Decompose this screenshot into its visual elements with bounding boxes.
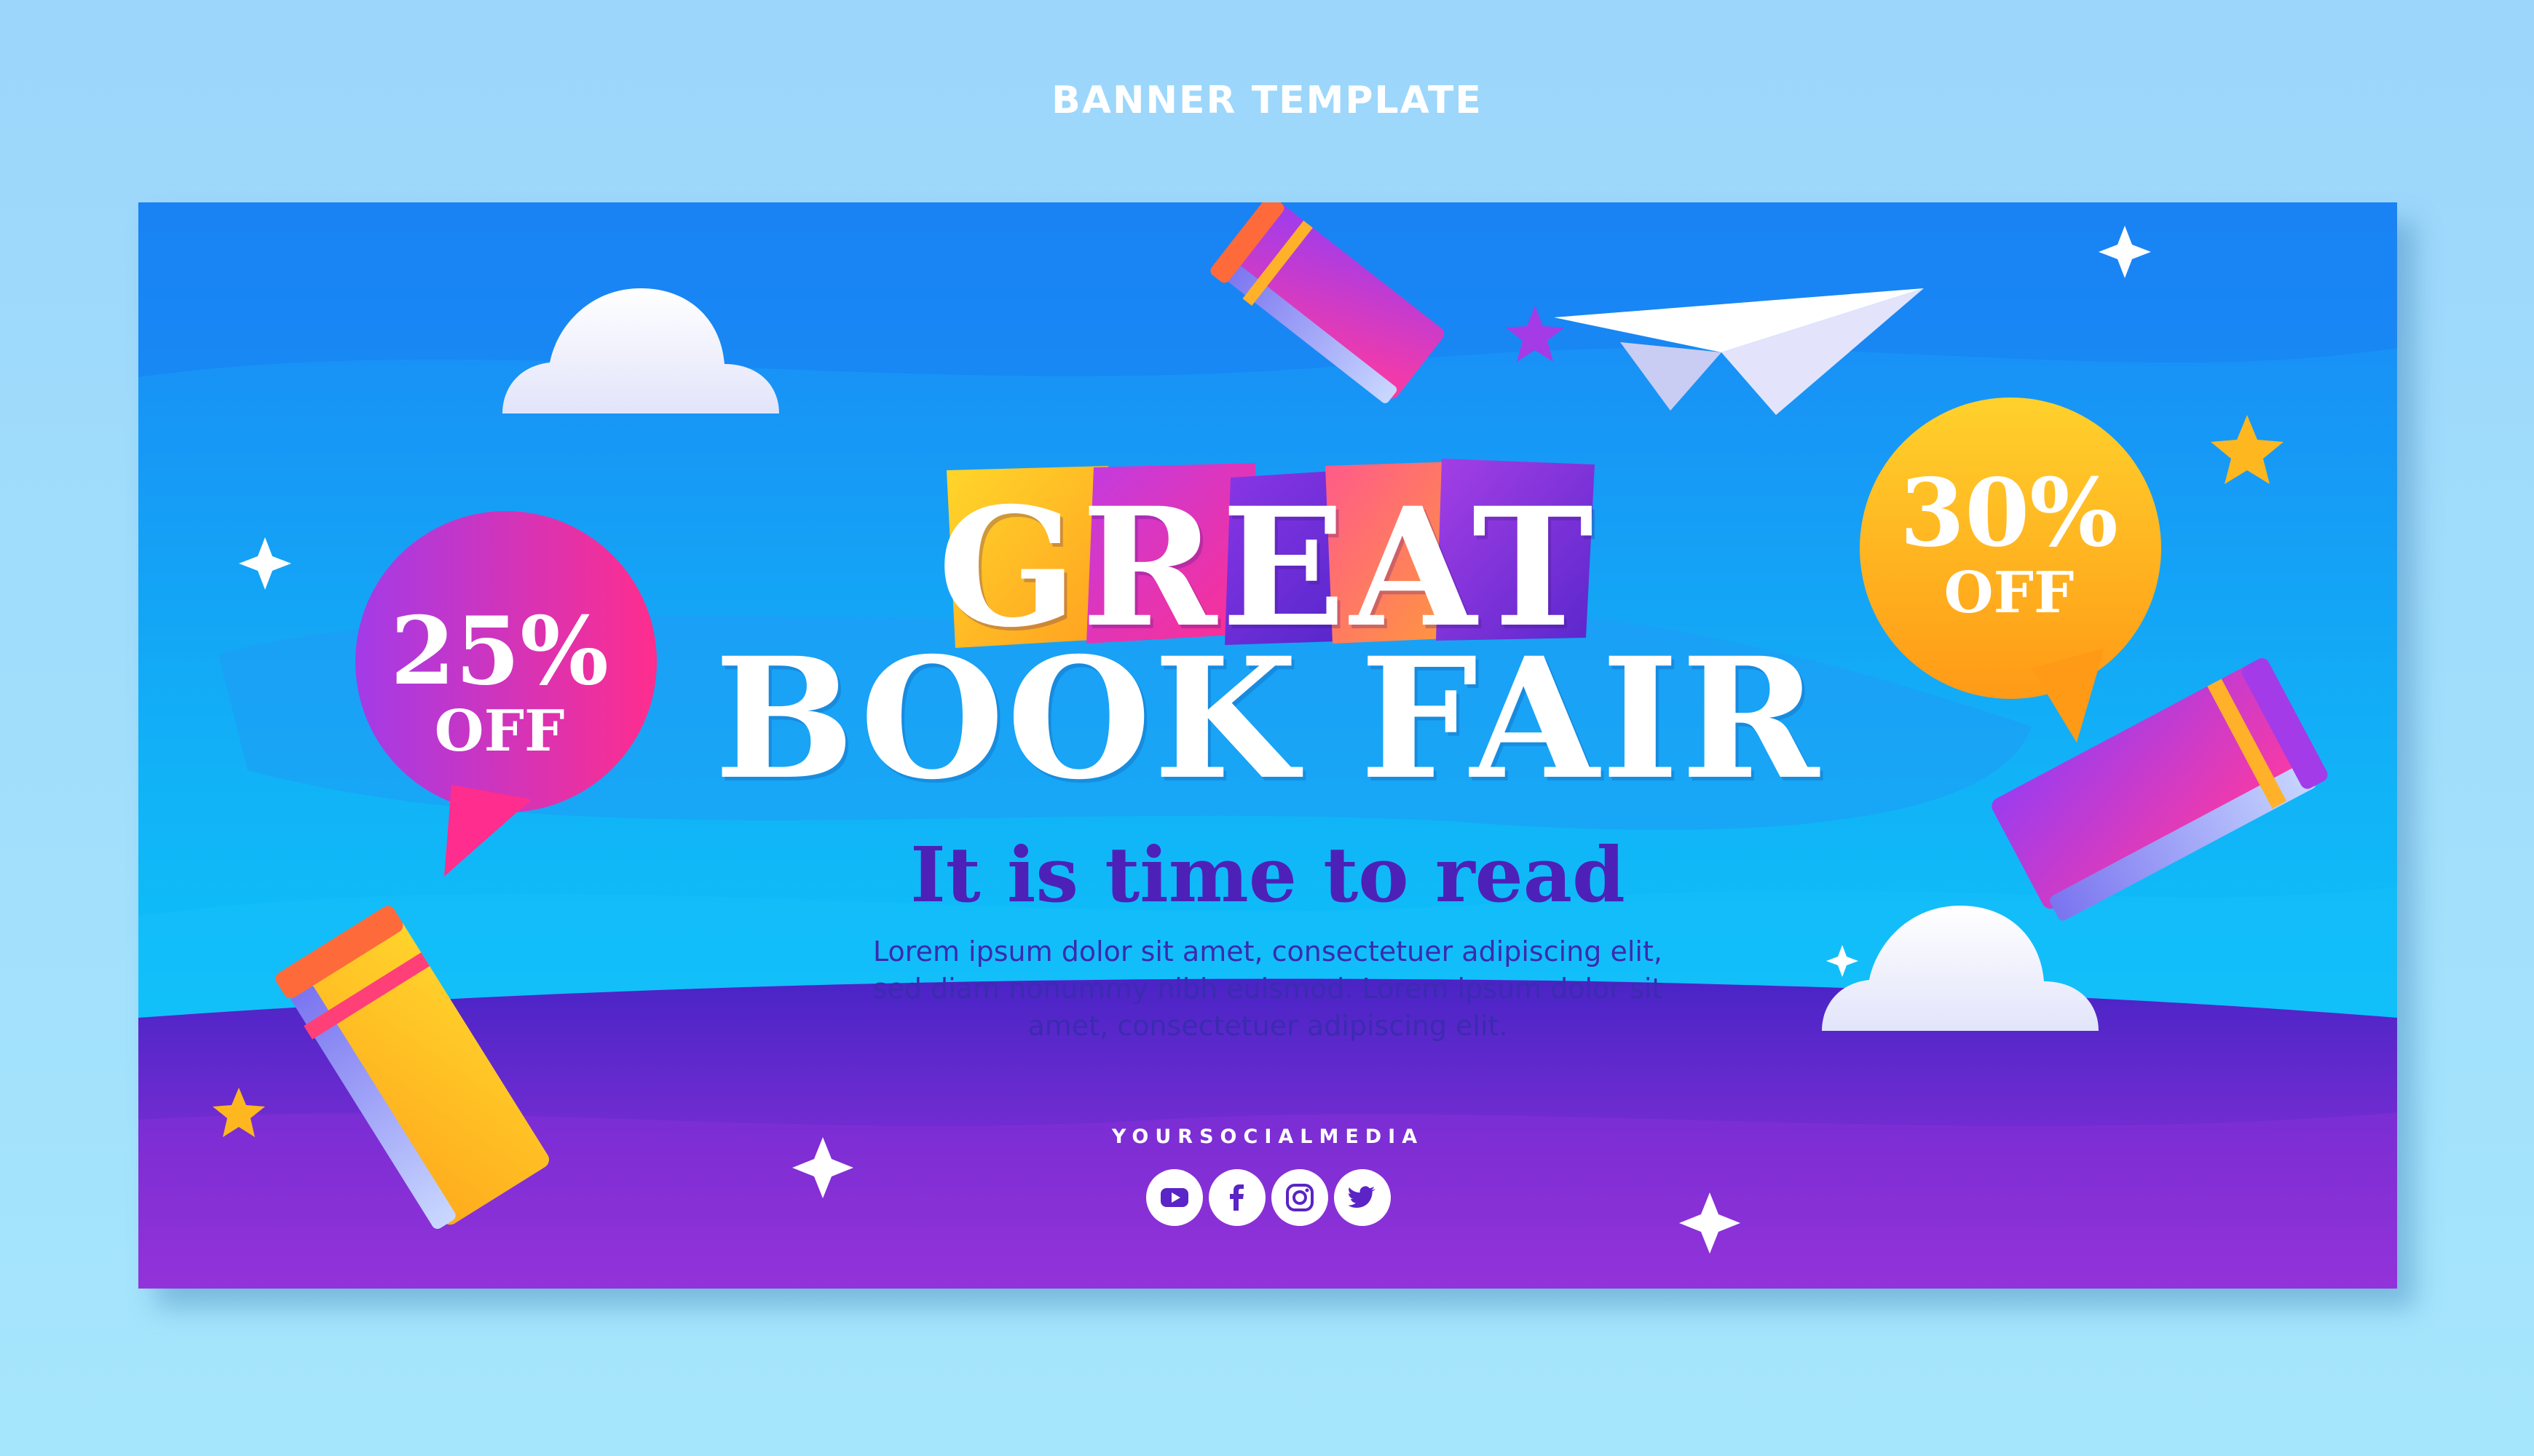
social-links xyxy=(1146,1169,1391,1227)
tagline: It is time to read xyxy=(910,830,1625,919)
page-title: BANNER TEMPLATE xyxy=(1051,79,1483,122)
instagram-button[interactable] xyxy=(1271,1169,1328,1226)
discount-25-text: 25% OFF xyxy=(354,601,645,761)
facebook-icon xyxy=(1230,1184,1244,1211)
social-handle: YOURSOCIALMEDIA xyxy=(1111,1125,1424,1148)
discount-percent: 30% xyxy=(1900,459,2118,568)
discount-percent: 25% xyxy=(390,597,609,706)
twitter-icon xyxy=(1348,1186,1375,1208)
twitter-button[interactable] xyxy=(1334,1169,1391,1226)
youtube-icon xyxy=(1161,1188,1188,1207)
discount-30-text: 30% OFF xyxy=(1863,463,2155,623)
discount-off-label: OFF xyxy=(1943,560,2075,626)
instagram-icon xyxy=(1286,1184,1314,1211)
book-fair-banner: GREAT BOOK FAIR It is time to read Lorem… xyxy=(138,202,2397,1289)
discount-off-label: OFF xyxy=(434,698,565,764)
body-text: Lorem ipsum dolor sit amet, consectetuer… xyxy=(872,935,1663,1042)
facebook-button[interactable] xyxy=(1209,1169,1266,1226)
youtube-button[interactable] xyxy=(1146,1169,1203,1226)
